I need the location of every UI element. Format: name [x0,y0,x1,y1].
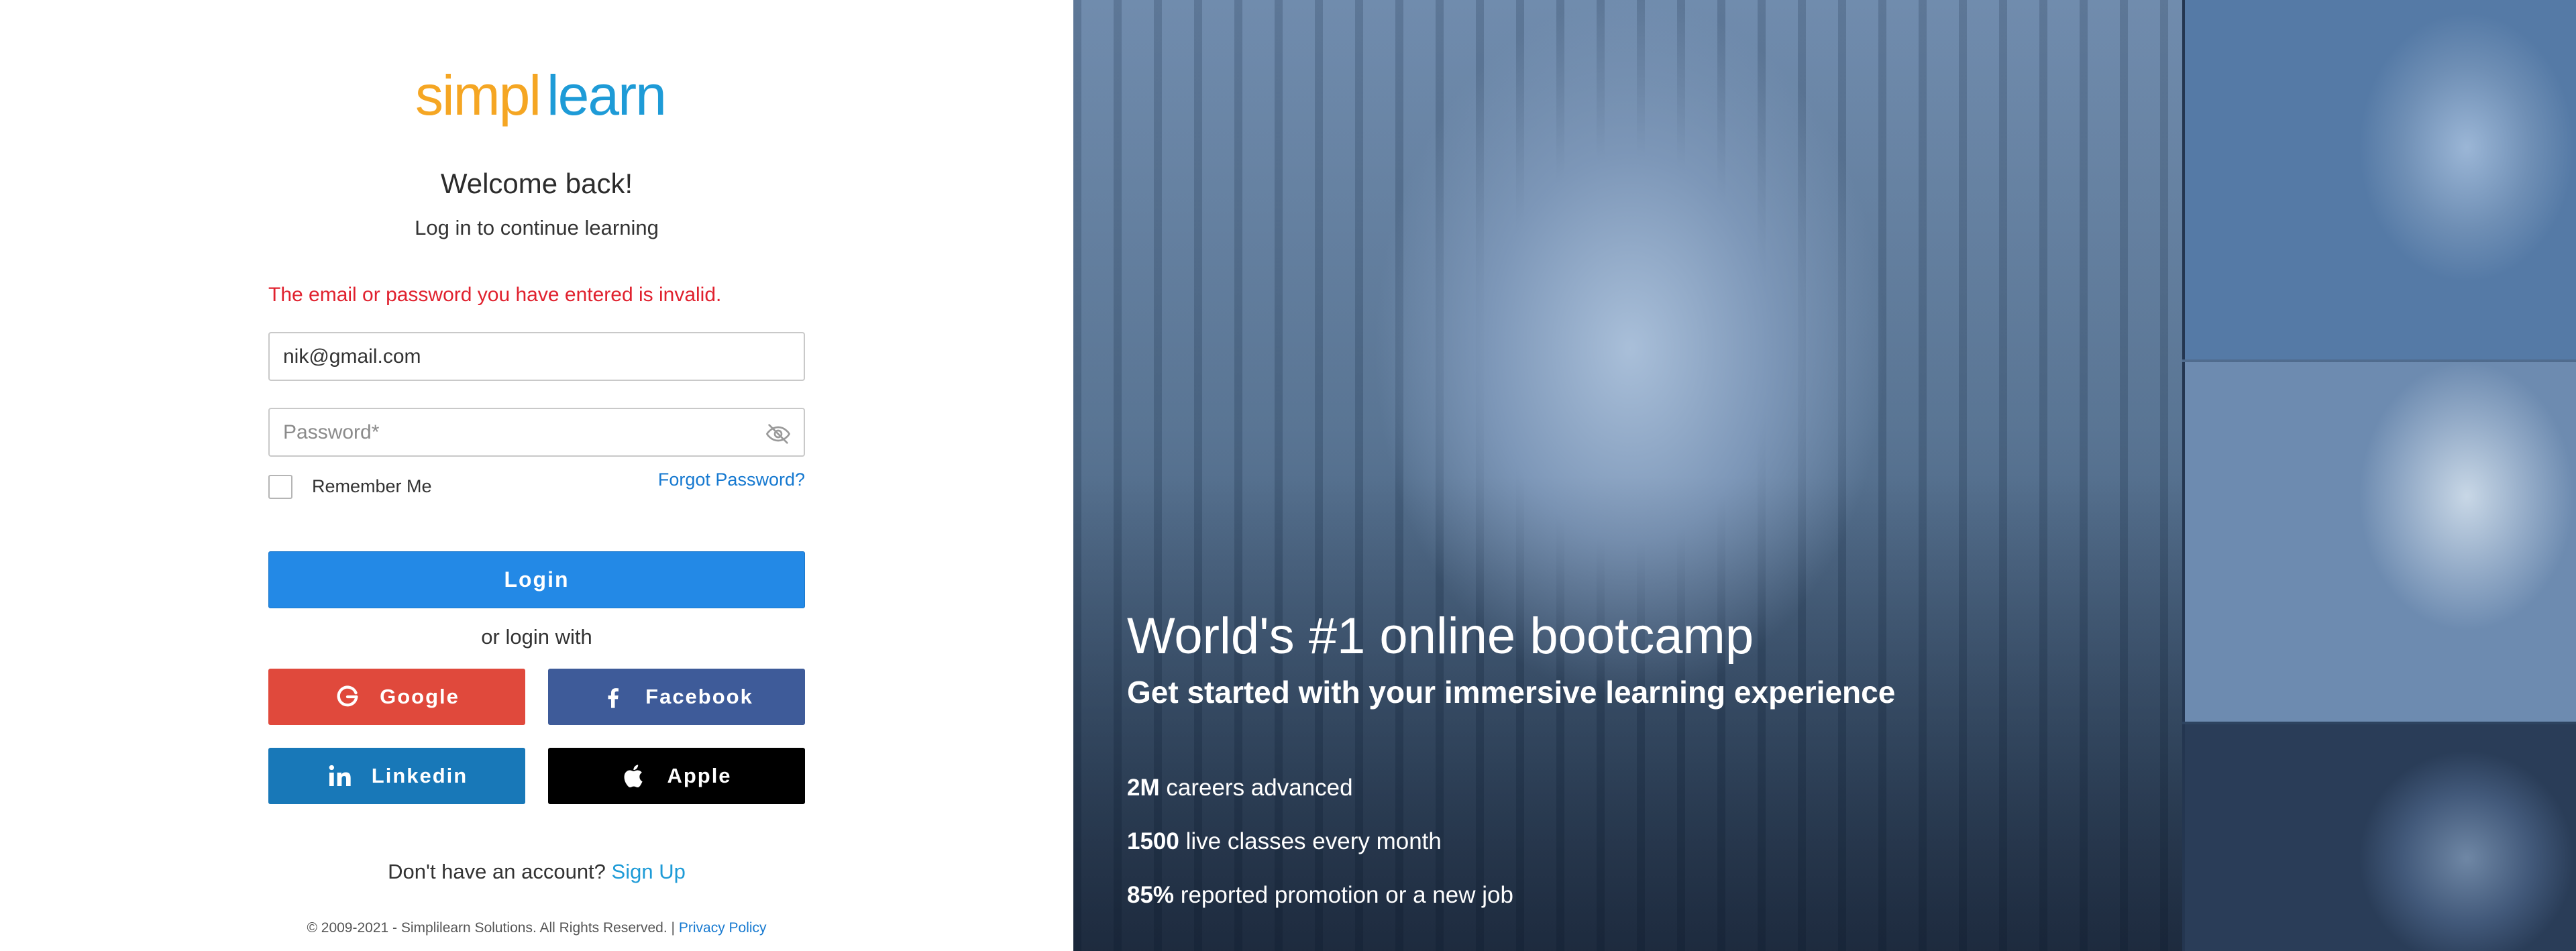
facebook-login-label: Facebook [645,685,753,708]
apple-login-button[interactable]: Apple [548,748,805,804]
stat-item: 1500 live classes every month [1127,828,1442,855]
footer: © 2009-2021 - Simplilearn Solutions. All… [0,920,1073,936]
apple-login-label: Apple [667,764,732,787]
forgot-password-link[interactable]: Forgot Password? [658,469,805,490]
video-tile-image [2182,0,2576,359]
email-field[interactable]: nik@gmail.com [268,332,805,381]
login-button[interactable]: Login [268,551,805,608]
stat-value: 85% [1127,882,1175,908]
password-placeholder: Password* [283,421,380,443]
video-tile-image [2182,362,2576,722]
signup-row: Don't have an account? Sign Up [0,860,1073,884]
signup-link[interactable]: Sign Up [612,860,686,883]
remember-me-label[interactable]: Remember Me [312,476,432,497]
linkedin-login-label: Linkedin [371,764,468,787]
password-field[interactable]: Password* [268,408,805,457]
error-message: The email or password you have entered i… [268,284,722,306]
or-login-with-label: or login with [481,625,592,649]
facebook-login-button[interactable]: Facebook [548,669,805,725]
linkedin-login-button[interactable]: Linkedin [268,748,525,804]
stat-item: 2M careers advanced [1127,775,1353,801]
remember-me-checkbox[interactable] [268,475,292,499]
email-value: nik@gmail.com [283,345,421,368]
video-tile-image [2182,724,2576,951]
stat-text: careers advanced [1166,775,1353,801]
hero-subtitle: Get started with your immersive learning… [1127,675,1896,710]
hero-title: World's #1 online bootcamp [1127,608,1754,665]
stat-value: 2M [1127,775,1160,801]
login-panel: simpl learn Welcome back! Log in to cont… [0,0,1073,951]
apple-icon [621,763,648,789]
google-login-label: Google [380,685,460,708]
hero-overlay [1073,0,2182,951]
google-icon [334,683,361,710]
google-login-button[interactable]: Google [268,669,525,725]
stat-text: live classes every month [1185,828,1442,854]
simplilearn-logo[interactable]: simpl learn [415,62,667,129]
stat-value: 1500 [1127,828,1179,854]
logo-text-simpl: simpl [415,63,541,127]
privacy-policy-link[interactable]: Privacy Policy [679,920,767,936]
hero-panel: World's #1 online bootcamp Get started w… [1073,0,2576,951]
stat-item: 85% reported promotion or a new job [1127,882,1513,909]
logo-text-learn: learn [547,63,667,127]
linkedin-icon [326,763,353,789]
eye-off-icon[interactable] [765,421,792,447]
copyright-text: © 2009-2021 - Simplilearn Solutions. All… [307,920,675,936]
page-subtitle: Log in to continue learning [415,216,659,239]
stat-text: reported promotion or a new job [1180,882,1513,908]
signup-prompt: Don't have an account? [388,860,606,883]
page-title: Welcome back! [440,168,633,199]
facebook-icon [600,683,627,710]
